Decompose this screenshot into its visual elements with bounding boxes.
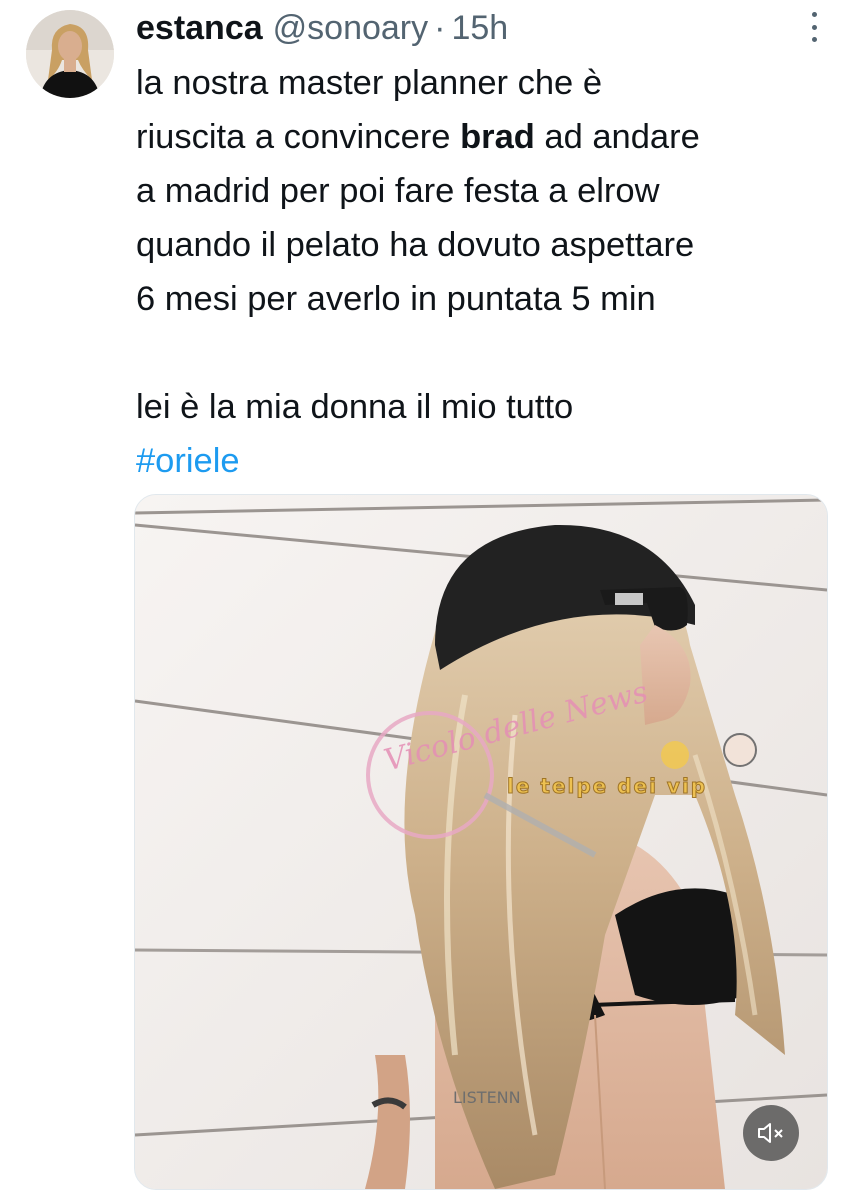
separator-dot: ·	[434, 9, 446, 47]
more-dot	[811, 12, 817, 17]
avatar[interactable]	[26, 10, 114, 98]
tweet-header: estanca @sonoary · 15h	[136, 6, 508, 50]
more-dot	[811, 24, 817, 30]
display-name[interactable]: estanca	[136, 6, 263, 50]
tweet-text-line: lei è la mia donna il mio tutto	[136, 388, 574, 426]
tweet-text-line: a madrid per poi fare festa a elrow	[136, 172, 660, 210]
more-dot	[811, 37, 817, 42]
bold-mention: brad	[460, 118, 535, 156]
text-segment: riuscita a convincere	[136, 118, 461, 156]
watermark-banner-text: le telpe dei vip	[507, 774, 707, 798]
video-caption-text: LISTENN	[453, 1088, 521, 1107]
text-segment: ad andare	[534, 118, 700, 156]
avatar-image	[26, 10, 114, 98]
timestamp[interactable]: 15h	[451, 6, 508, 50]
tweet-text-line: la nostra master planner che è	[136, 64, 603, 102]
tweet-text-line: quando il pelato ha dovuto aspettare	[136, 226, 695, 264]
speaker-muted-icon	[758, 1123, 783, 1143]
more-options-icon[interactable]	[804, 12, 824, 42]
video-frame: Vicolo delle News le telpe dei vip LISTE…	[135, 495, 827, 1189]
hashtag-link[interactable]: #oriele	[136, 434, 826, 488]
tweet-text-line: riuscita a convincere brad ad andare	[136, 110, 826, 164]
mute-button[interactable]	[743, 1105, 799, 1161]
user-handle[interactable]: @sonoary	[273, 6, 428, 50]
video-player[interactable]: Vicolo delle News le telpe dei vip LISTE…	[134, 494, 828, 1190]
tweet-text-line: 6 mesi per averlo in puntata 5 min	[136, 280, 656, 318]
tweet-text: la nostra master planner che è riuscita …	[136, 56, 826, 488]
